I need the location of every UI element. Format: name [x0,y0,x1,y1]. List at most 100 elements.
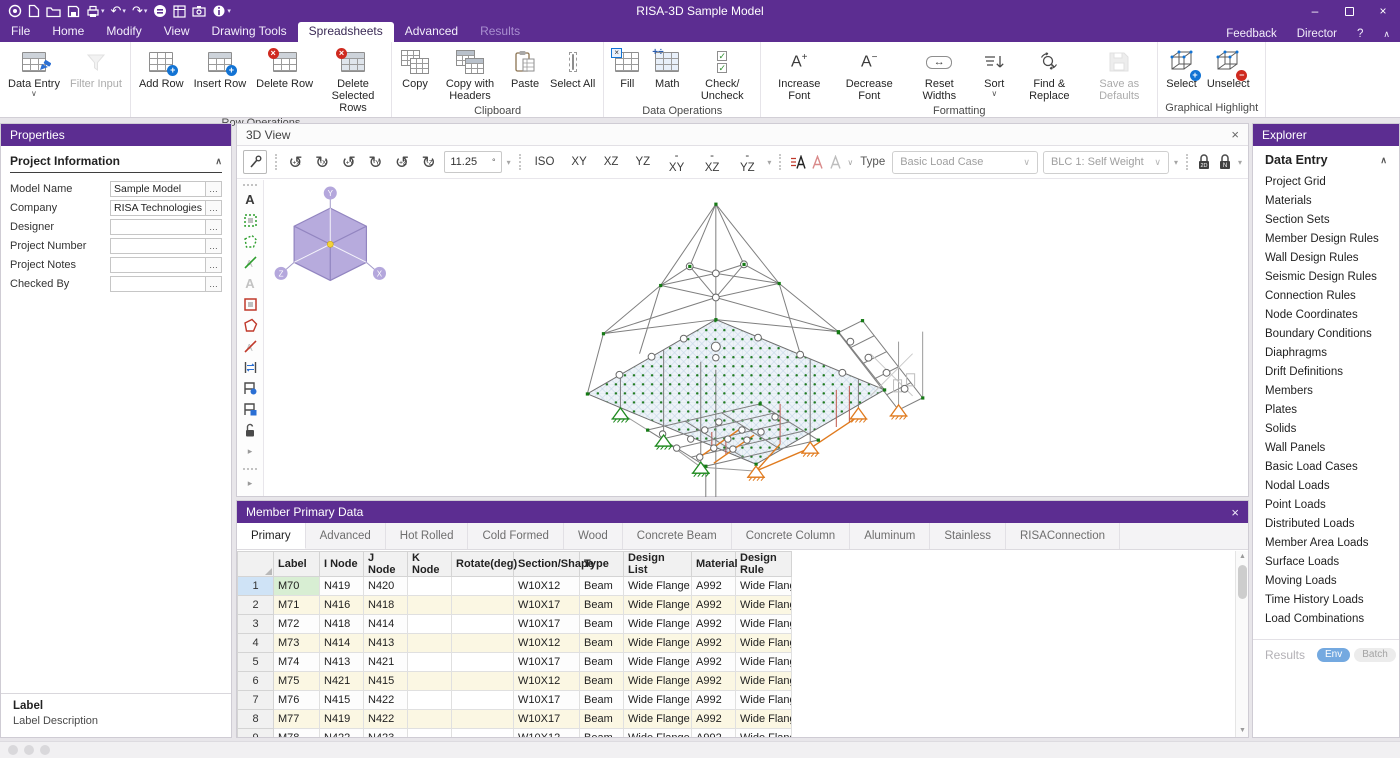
rotate-cell[interactable] [452,672,514,691]
explorer-item[interactable]: Member Area Loads [1265,534,1387,553]
design-rule-cell[interactable]: Wide Flange [736,615,792,634]
rotate-cell[interactable] [452,710,514,729]
model-info-icon[interactable]: ▾ [212,3,231,19]
rotate-cell[interactable] [452,634,514,653]
explorer-item[interactable]: Load Combinations [1265,610,1387,629]
j-node-cell[interactable]: N422 [364,691,408,710]
explorer-item[interactable]: Wall Design Rules [1265,249,1387,268]
j-node-cell[interactable]: N422 [364,710,408,729]
new-model-icon[interactable] [28,3,40,19]
rotate-cell[interactable] [452,653,514,672]
design-list-cell[interactable]: Wide Flange [624,596,692,615]
tab-advanced[interactable]: Advanced [394,22,469,42]
explorer-item[interactable]: Drift Definitions [1265,363,1387,382]
more-button[interactable]: … [206,257,222,273]
material-cell[interactable]: A992 [692,672,736,691]
explorer-item[interactable]: Connection Rules [1265,287,1387,306]
delete-row-button[interactable]: × Delete Row [251,45,318,115]
design-list-cell[interactable]: Wide Flange [624,729,692,738]
corner-header[interactable] [238,552,274,577]
design-rule-cell[interactable]: Wide Flange [736,729,792,738]
table-row[interactable]: 9 M78 N422 N423 W10X12 Beam Wide Flange … [238,729,792,738]
type-cell[interactable]: Beam [580,672,624,691]
line-select-tool[interactable]: A [240,252,261,273]
math-button[interactable]: +÷ Math [647,45,687,103]
explorer-item[interactable]: Basic Load Cases [1265,458,1387,477]
explorer-item[interactable]: Distributed Loads [1265,515,1387,534]
rotate-cell[interactable] [452,691,514,710]
view-minus-xy-button[interactable]: -XY [661,147,692,177]
undo-icon[interactable]: ↶▾ [111,3,126,19]
tab-modify[interactable]: Modify [95,22,152,42]
reset-widths-button[interactable]: ↔ Reset Widths [904,45,974,103]
section-shape-cell[interactable]: W10X17 [514,691,580,710]
rotate-minus-z-button[interactable]: ↻-Z [418,151,440,173]
i-node-cell[interactable]: N413 [320,653,364,672]
load-type-select[interactable]: Basic Load Case∨ [892,151,1038,174]
delete-selected-rows-button[interactable]: × Delete Selected Rows [318,45,388,115]
i-node-cell[interactable]: N422 [320,729,364,738]
col-material[interactable]: Material [692,552,736,577]
label-cell[interactable]: M76 [274,691,320,710]
type-cell[interactable]: Beam [580,710,624,729]
explorer-item[interactable]: Seismic Design Rules [1265,268,1387,287]
explorer-item[interactable]: Node Coordinates [1265,306,1387,325]
close-view-icon[interactable]: × [1231,127,1239,142]
more-button[interactable]: … [206,181,222,197]
add-row-button[interactable]: + Add Row [134,45,189,115]
rotate-plus-y-button[interactable]: ↺+Y [338,151,360,173]
solve-icon[interactable] [153,3,167,19]
model-viewport[interactable]: Y Z X [264,180,1248,496]
save-icon[interactable] [67,3,80,19]
design-rule-cell[interactable]: Wide Flange [736,710,792,729]
tab-aluminum[interactable]: Aluminum [850,523,930,549]
table-row[interactable]: 4 M73 N414 N413 W10X12 Beam Wide Flange … [238,634,792,653]
design-rule-cell[interactable]: Wide Flange [736,691,792,710]
sort-button[interactable]: Sort ∨ [974,45,1014,103]
copy-button[interactable]: Copy [395,45,435,103]
scroll-up-icon[interactable]: ▲ [1236,551,1249,563]
tab-concrete-beam[interactable]: Concrete Beam [623,523,732,549]
label-select-tool[interactable]: A [240,189,261,210]
project-notes-input[interactable] [110,257,206,273]
close-spreadsheet-icon[interactable]: × [1231,505,1239,520]
explorer-item[interactable]: Boundary Conditions [1265,325,1387,344]
data-entry-button[interactable]: Data Entry ∨ [3,45,65,112]
label-cell[interactable]: M78 [274,729,320,738]
loads-animation-icon[interactable] [829,155,842,170]
col-i-node[interactable]: I Node [320,552,364,577]
section-shape-cell[interactable]: W10X12 [514,729,580,738]
type-cell[interactable]: Beam [580,729,624,738]
tab-advanced-sheet[interactable]: Advanced [306,523,386,549]
scrollbar-thumb[interactable] [1238,565,1247,599]
save-selection-tool[interactable] [240,399,261,420]
lock-unselected-tool[interactable] [240,420,261,441]
j-node-cell[interactable]: N413 [364,634,408,653]
row-number-cell[interactable]: 7 [238,691,274,710]
locks-dropdown-icon[interactable]: ▾ [1238,158,1242,167]
section-shape-cell[interactable]: W10X17 [514,615,580,634]
j-node-cell[interactable]: N415 [364,672,408,691]
close-button[interactable]: × [1366,0,1400,22]
type-cell[interactable]: Beam [580,577,624,596]
material-cell[interactable]: A992 [692,729,736,738]
view-xy-button[interactable]: XY [565,153,592,171]
table-row[interactable]: 3 M72 N418 N414 W10X17 Beam Wide Flange … [238,615,792,634]
row-number-cell[interactable]: 6 [238,672,274,691]
distributed-loads-display-icon[interactable] [789,155,806,170]
j-node-cell[interactable]: N414 [364,615,408,634]
k-node-cell[interactable] [408,596,452,615]
explorer-item[interactable]: Moving Loads [1265,572,1387,591]
polygon-select-tool[interactable] [240,231,261,252]
fill-button[interactable]: × Fill [607,45,647,103]
k-node-cell[interactable] [408,691,452,710]
filter-input-button[interactable]: Filter Input [65,45,127,112]
view-minus-xz-button[interactable]: -XZ [697,147,727,177]
paste-button[interactable]: Paste [505,45,545,103]
col-design-list[interactable]: Design List [624,552,692,577]
j-node-cell[interactable]: N421 [364,653,408,672]
k-node-cell[interactable] [408,653,452,672]
table-row[interactable]: 8 M77 N419 N422 W10X17 Beam Wide Flange … [238,710,792,729]
explorer-item[interactable]: Members [1265,382,1387,401]
explorer-item[interactable]: Wall Panels [1265,439,1387,458]
